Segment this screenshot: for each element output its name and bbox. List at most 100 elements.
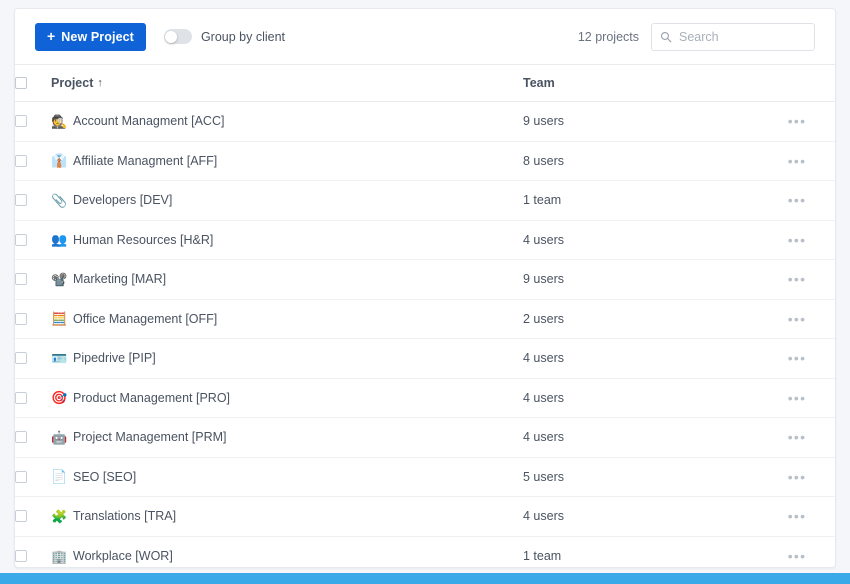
table-row[interactable]: 📎 Developers [DEV] 1 team ••• <box>15 180 835 221</box>
group-by-client-toggle[interactable] <box>163 29 192 44</box>
sort-ascending-icon: ↑ <box>97 77 103 89</box>
row-project-name: SEO [SEO] <box>73 469 137 484</box>
table-body: 🕵️ Account Managment [ACC] 9 users ••• 👔 Affi… <box>15 101 835 568</box>
row-project-cell: 🕵️ Account Managment [ACC] <box>51 101 523 142</box>
row-project-cell: 📄 SEO [SEO] <box>51 457 523 497</box>
toolbar-right: 12 projects <box>578 22 815 51</box>
row-team-cell: 5 users <box>523 457 763 497</box>
table-row[interactable]: 🧮 Office Management [OFF] 2 users ••• <box>15 299 835 339</box>
row-select-cell <box>15 496 51 537</box>
row-team-cell: 4 users <box>523 417 763 458</box>
row-team-cell: 4 users <box>523 378 763 418</box>
row-select-cell <box>15 180 51 221</box>
row-checkbox[interactable] <box>15 470 27 483</box>
row-team-cell: 4 users <box>523 496 763 537</box>
table-row[interactable]: 👔 Affiliate Managment [AFF] 8 users ••• <box>15 141 835 181</box>
row-team-cell: 1 team <box>523 549 562 563</box>
table-row[interactable]: 📽️ Marketing [MAR] 9 users ••• <box>15 259 835 300</box>
row-more-menu-icon[interactable]: ••• <box>763 114 835 128</box>
table-row[interactable]: 🕵️ Account Managment [ACC] 9 users ••• <box>15 101 835 142</box>
row-more-menu-icon[interactable]: ••• <box>763 351 835 365</box>
row-actions-cell: ••• <box>763 101 835 142</box>
team-column-label: Team <box>523 76 555 90</box>
row-project-cell: 🏢 Workplace [WOR] <box>51 536 523 567</box>
table-row[interactable]: 🎯 Product Management [PRO] 4 users ••• <box>15 378 835 418</box>
row-actions-cell: ••• <box>763 536 835 567</box>
row-project-cell: 📽️ Marketing [MAR] <box>51 259 523 300</box>
table-row[interactable]: 📄 SEO [SEO] 5 users ••• <box>15 457 835 497</box>
select-all-header <box>15 64 51 102</box>
team-column-header[interactable]: Team <box>523 64 763 102</box>
row-project-cell: 🤖 Project Management [PRM] <box>51 417 523 458</box>
row-project-cell: 🧮 Office Management [OFF] <box>51 299 523 339</box>
row-checkbox[interactable] <box>15 431 27 444</box>
row-team-cell: 1 team <box>523 180 763 221</box>
row-project-cell: 📎 Developers [DEV] <box>51 180 523 221</box>
row-select-cell <box>15 141 51 181</box>
calculator-icon: 🧮 <box>51 311 68 327</box>
row-more-menu-icon[interactable]: ••• <box>763 272 835 286</box>
row-select-cell <box>15 457 51 497</box>
row-more-menu-icon[interactable]: ••• <box>763 312 835 326</box>
table-row[interactable]: 🤖 Project Management [PRM] 4 users ••• <box>15 417 835 458</box>
row-checkbox[interactable] <box>15 154 27 167</box>
row-more-menu-icon[interactable]: ••• <box>763 233 835 247</box>
row-project-cell: 🧩 Translations [TRA] <box>51 496 523 537</box>
table-row[interactable]: 🧩 Translations [TRA] 4 users ••• <box>15 496 835 537</box>
row-actions-cell: ••• <box>763 457 835 497</box>
project-column-header[interactable]: Project ↑ <box>51 64 523 102</box>
bottom-accent-bar <box>0 573 850 584</box>
row-checkbox[interactable] <box>15 510 27 523</box>
row-project-cell: 👔 Affiliate Managment [AFF] <box>51 141 523 181</box>
row-project-name: Account Managment [ACC] <box>73 114 225 129</box>
row-actions-cell: ••• <box>763 338 835 379</box>
toolbar: + New Project Group by client 12 project… <box>15 9 835 64</box>
puzzle-icon: 🧩 <box>51 508 68 524</box>
row-checkbox[interactable] <box>15 352 27 365</box>
projects-table: Project ↑ Team 🕵️ Account Managment [ACC]… <box>15 64 835 568</box>
row-select-cell <box>15 299 51 339</box>
row-project-cell: 🪪 Pipedrive [PIP] <box>51 338 523 379</box>
row-select-cell <box>15 378 51 418</box>
row-actions-cell: ••• <box>763 417 835 458</box>
table-header: Project ↑ Team <box>15 64 835 102</box>
new-project-button[interactable]: + New Project <box>35 22 146 51</box>
row-team-cell: 2 users <box>523 299 763 339</box>
necktie-icon: 👔 <box>51 153 68 169</box>
row-project-name: Pipedrive [PIP] <box>73 351 156 366</box>
row-more-menu-icon[interactable]: ••• <box>763 470 835 484</box>
row-more-menu-icon[interactable]: ••• <box>763 391 835 405</box>
row-more-menu-icon[interactable]: ••• <box>763 193 835 207</box>
row-project-name: Project Management [PRM] <box>73 430 227 445</box>
group-by-client-control[interactable]: Group by client <box>163 29 286 44</box>
row-checkbox[interactable] <box>15 550 27 562</box>
search-input[interactable] <box>679 29 814 44</box>
target-icon: 🎯 <box>51 390 68 406</box>
row-checkbox[interactable] <box>15 391 27 404</box>
row-checkbox[interactable] <box>15 312 27 325</box>
row-project-name: Product Management [PRO] <box>73 390 231 405</box>
row-project-name: Affiliate Managment [AFF] <box>73 153 218 168</box>
table-row[interactable]: 👥 Human Resources [H&R] 4 users ••• <box>15 220 835 260</box>
row-actions-cell: ••• <box>763 496 835 537</box>
row-checkbox[interactable] <box>15 194 27 207</box>
row-actions-cell: ••• <box>763 180 835 221</box>
table-row[interactable]: 🏢 Workplace [WOR] 1 team ••• <box>15 536 835 567</box>
row-checkbox[interactable] <box>15 115 27 128</box>
search-box[interactable] <box>651 22 815 51</box>
row-more-menu-icon[interactable]: ••• <box>763 549 835 563</box>
clipboard-icon: 📎 <box>51 192 68 208</box>
row-team-cell: 4 users <box>523 220 763 260</box>
row-more-menu-icon[interactable]: ••• <box>763 430 835 444</box>
row-project-name: Translations [TRA] <box>73 509 177 524</box>
group-by-client-label: Group by client <box>200 29 286 44</box>
table-row[interactable]: 🪪 Pipedrive [PIP] 4 users ••• <box>15 338 835 379</box>
select-all-checkbox[interactable] <box>15 77 27 89</box>
row-checkbox[interactable] <box>15 233 27 246</box>
row-more-menu-icon[interactable]: ••• <box>763 154 835 168</box>
actions-column-header <box>763 64 835 102</box>
row-checkbox[interactable] <box>15 273 27 286</box>
row-more-menu-icon[interactable]: ••• <box>763 509 835 523</box>
new-project-label: New Project <box>61 29 134 44</box>
row-project-name: Office Management [OFF] <box>73 311 218 326</box>
